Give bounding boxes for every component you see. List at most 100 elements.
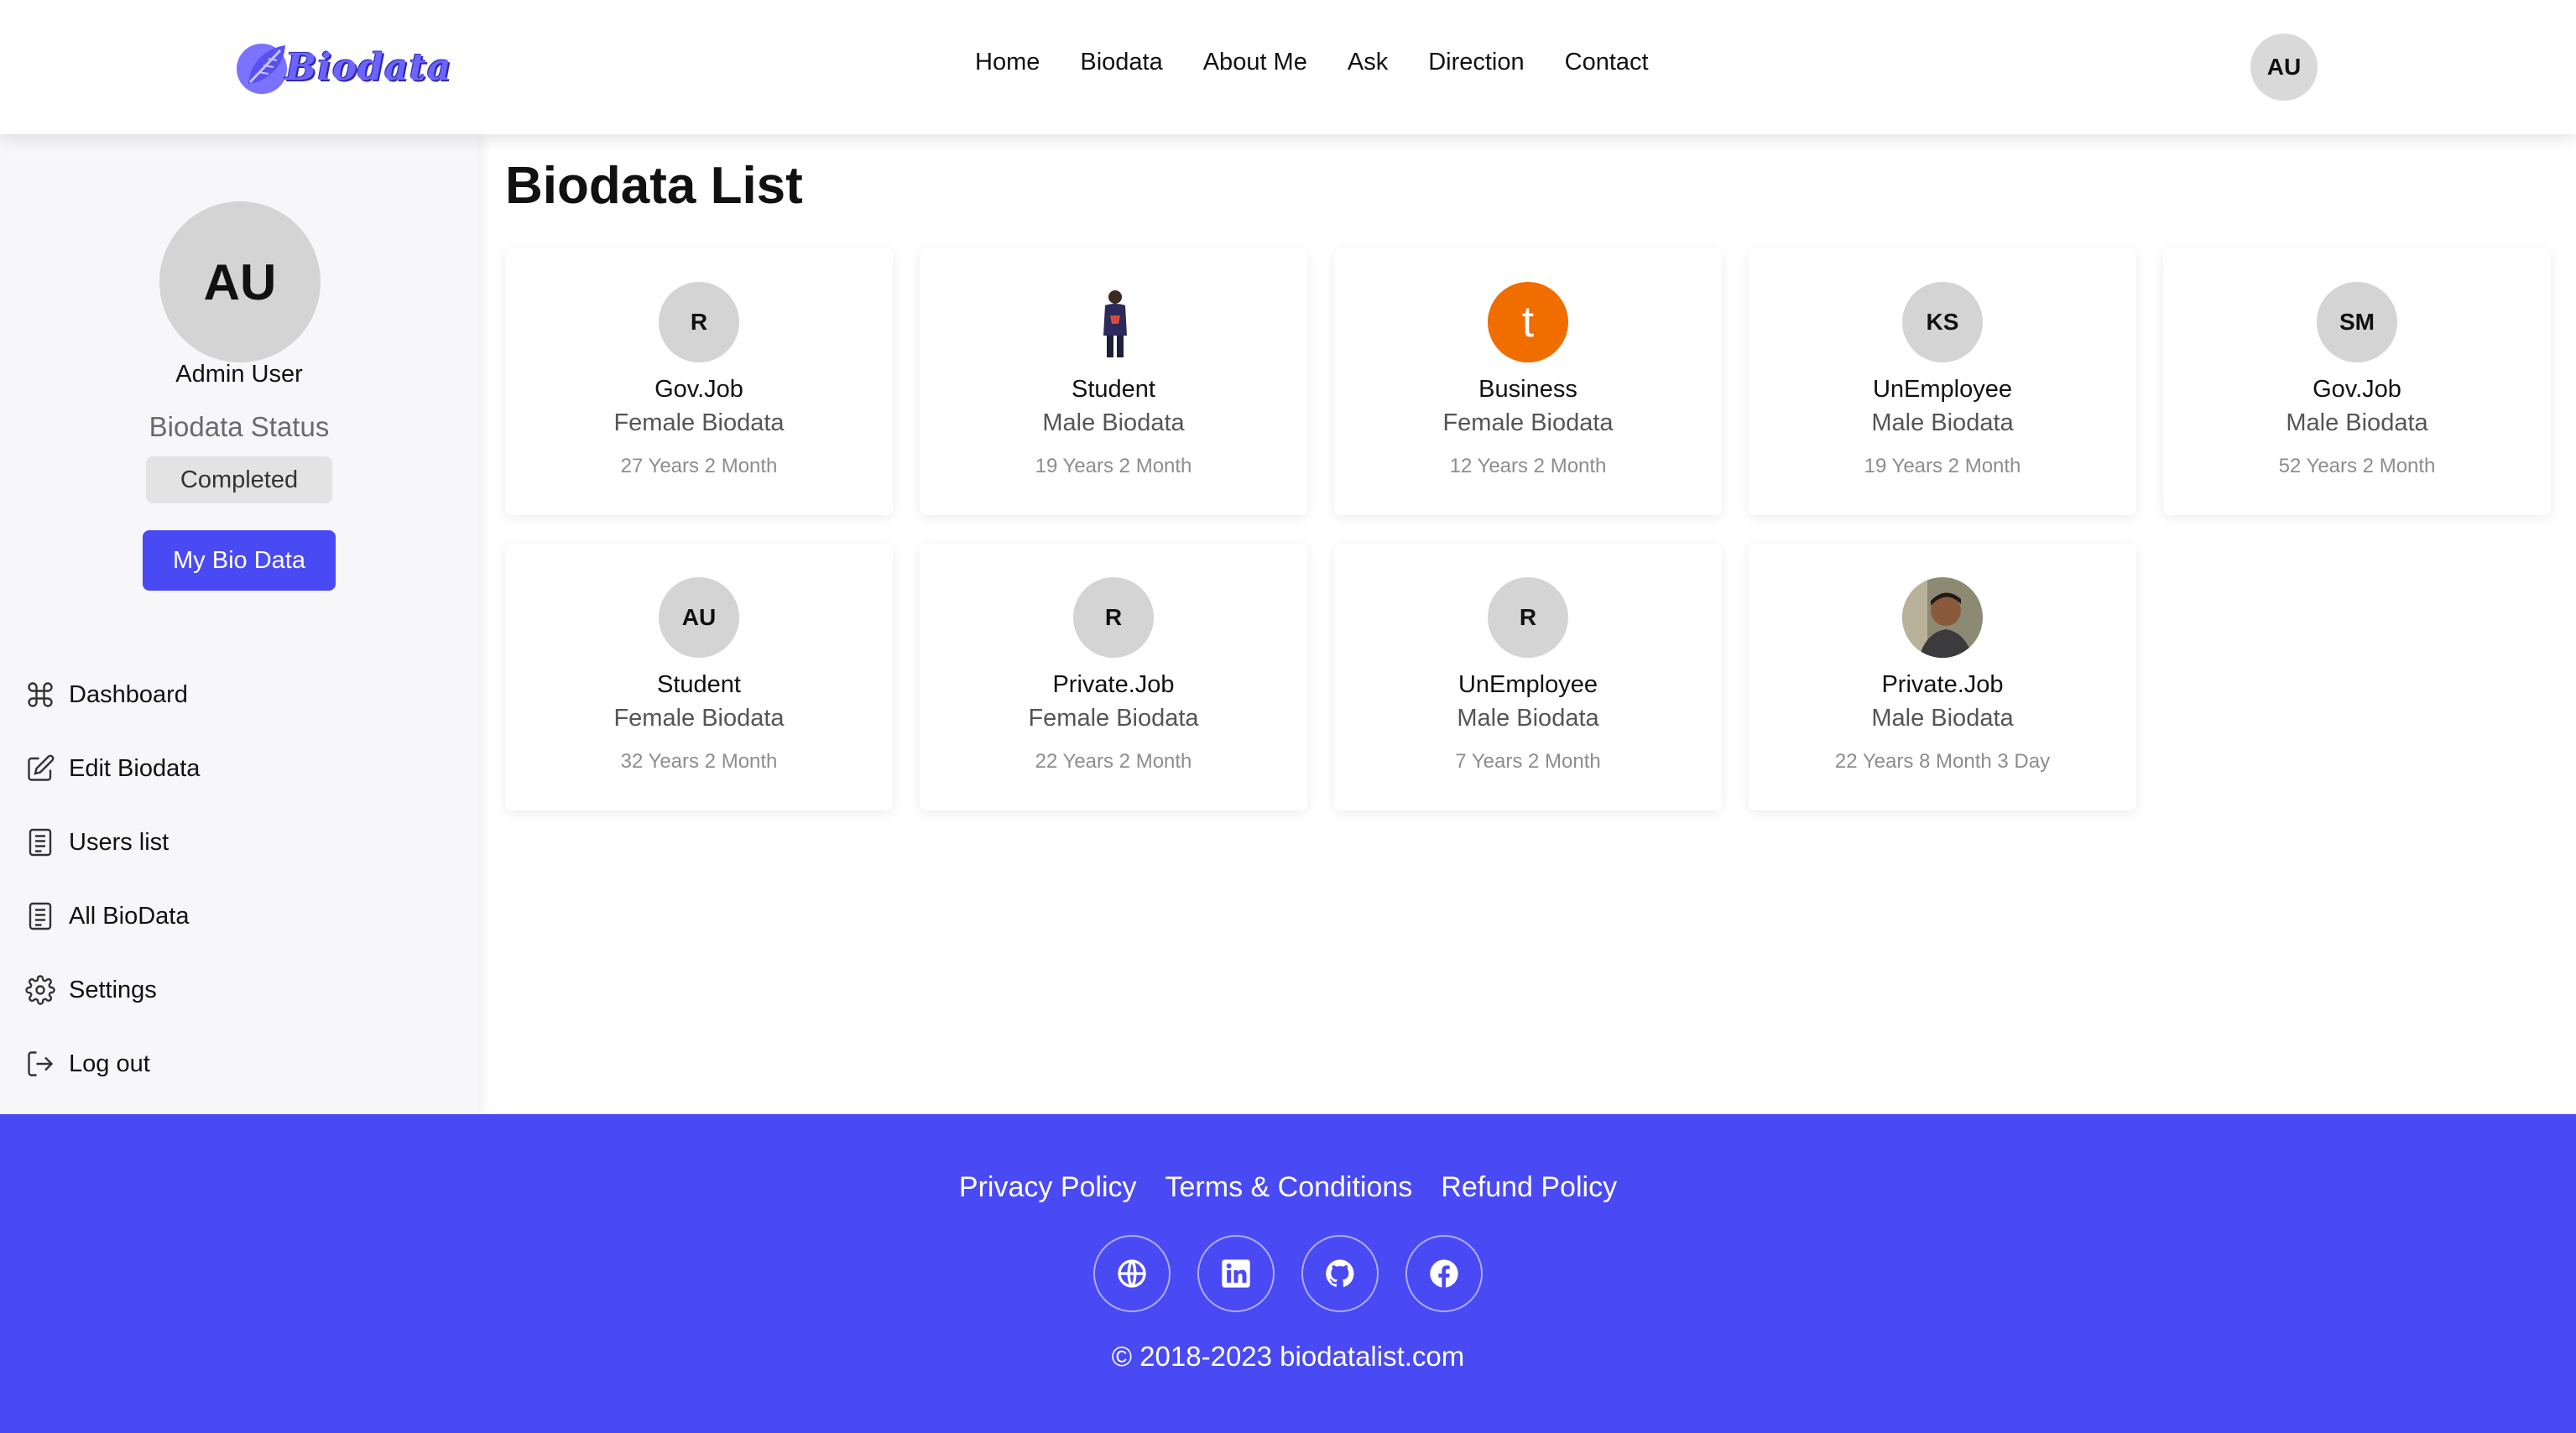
edit-icon <box>28 754 55 781</box>
card-avatar: R <box>1073 577 1154 658</box>
refund-policy-link[interactable]: Refund Policy <box>1441 1171 1617 1204</box>
biodata-card[interactable]: R Private.Job Female Biodata 22 Years 2 … <box>920 544 1307 810</box>
card-biodata-type: Male Biodata <box>2286 409 2428 436</box>
page-title: Biodata List <box>505 157 803 215</box>
status-badge: Completed <box>146 456 332 503</box>
list-icon <box>29 902 52 930</box>
card-age: 22 Years 8 Month 3 Day <box>1834 750 2051 773</box>
biodata-card[interactable]: t Business Female Biodata 12 Years 2 Mon… <box>1334 248 1722 515</box>
globe-icon <box>1118 1259 1146 1288</box>
sidebar-item-users-list[interactable]: Users list <box>25 824 200 861</box>
list-icon <box>29 828 52 857</box>
biodata-status-label: Biodata Status <box>149 411 330 442</box>
card-occupation: Student <box>1072 376 1155 403</box>
card-avatar-photo <box>1073 282 1154 362</box>
facebook-link[interactable] <box>1405 1235 1483 1312</box>
profile-avatar: AU <box>159 201 321 362</box>
card-avatar: R <box>659 282 739 362</box>
sidebar-item-label: Settings <box>69 976 157 1003</box>
sidebar-item-log-out[interactable]: Log out <box>25 1045 200 1082</box>
top-navbar: Biodata Home Biodata About Me Ask Direct… <box>0 0 2576 134</box>
sidebar-item-edit-biodata[interactable]: Edit Biodata <box>25 750 200 787</box>
terms-conditions-link[interactable]: Terms & Conditions <box>1165 1171 1413 1204</box>
my-bio-data-button[interactable]: My Bio Data <box>143 530 336 591</box>
card-age: 12 Years 2 Month <box>1449 455 1607 477</box>
website-link[interactable] <box>1093 1235 1171 1312</box>
leaf-icon <box>237 44 287 94</box>
card-age: 52 Years 2 Month <box>2278 455 2436 477</box>
card-age: 19 Years 2 Month <box>1864 455 2021 477</box>
biodata-card[interactable]: Private.Job Male Biodata 22 Years 8 Mont… <box>1749 544 2136 810</box>
card-age: 19 Years 2 Month <box>1035 455 1192 477</box>
biodata-card[interactable]: R Gov.Job Female Biodata 27 Years 2 Mont… <box>505 248 893 515</box>
card-occupation: UnEmployee <box>1457 671 1598 698</box>
biodata-card[interactable]: AU Student Female Biodata 32 Years 2 Mon… <box>505 544 893 810</box>
brand-name: Biodata <box>285 45 452 89</box>
biodata-card[interactable]: KS UnEmployee Male Biodata 19 Years 2 Mo… <box>1749 248 2136 515</box>
card-occupation: UnEmployee <box>1872 376 2013 403</box>
profile-name: Admin User <box>175 361 303 388</box>
card-avatar: KS <box>1902 282 1983 362</box>
card-age: 32 Years 2 Month <box>620 750 778 773</box>
card-avatar-photo <box>1902 577 1983 658</box>
card-avatar: t <box>1488 282 1568 362</box>
card-age: 7 Years 2 Month <box>1455 750 1601 773</box>
main-nav: Home Biodata About Me Ask Direction Cont… <box>975 49 1689 76</box>
sidebar-item-dashboard[interactable]: Dashboard <box>25 676 200 713</box>
card-occupation: Private.Job <box>1052 671 1175 698</box>
sidebar-menu: Dashboard Edit Biodata Users list All Bi… <box>25 676 200 1119</box>
biodata-card[interactable]: SM Gov.Job Male Biodata 52 Years 2 Month <box>2163 248 2551 515</box>
privacy-policy-link[interactable]: Privacy Policy <box>959 1171 1137 1204</box>
command-icon <box>28 682 53 707</box>
logout-icon <box>28 1051 54 1076</box>
sidebar-item-label: All BioData <box>69 902 190 930</box>
card-biodata-type: Male Biodata <box>1871 409 2014 436</box>
nav-home[interactable]: Home <box>975 49 1040 76</box>
card-biodata-type: Female Biodata <box>1442 409 1614 436</box>
card-biodata-type: Male Biodata <box>1042 409 1185 436</box>
biodata-card[interactable]: Student Male Biodata 19 Years 2 Month <box>920 248 1307 515</box>
card-occupation: Business <box>1478 376 1577 403</box>
sidebar-item-label: Users list <box>69 828 169 856</box>
card-biodata-type: Male Biodata <box>1871 705 2014 732</box>
card-avatar: SM <box>2317 282 2397 362</box>
github-icon <box>1326 1259 1354 1287</box>
card-biodata-type: Female Biodata <box>613 705 785 732</box>
social-links <box>0 1235 2576 1312</box>
card-age: 22 Years 2 Month <box>1035 750 1192 773</box>
nav-direction[interactable]: Direction <box>1428 49 1524 76</box>
gear-icon <box>25 975 55 1005</box>
linkedin-icon <box>1222 1259 1250 1288</box>
card-avatar: R <box>1488 577 1568 658</box>
sidebar-item-label: Dashboard <box>69 680 188 708</box>
card-avatar: AU <box>659 577 739 658</box>
card-occupation: Private.Job <box>1881 671 2004 698</box>
sidebar: AU Admin User Biodata Status Completed M… <box>0 134 478 1114</box>
biodata-card[interactable]: R UnEmployee Male Biodata 7 Years 2 Mont… <box>1334 544 1722 810</box>
sidebar-item-label: Log out <box>69 1050 150 1077</box>
card-biodata-type: Female Biodata <box>613 409 785 436</box>
sidebar-item-settings[interactable]: Settings <box>25 972 200 1008</box>
facebook-icon <box>1430 1259 1458 1288</box>
person-photo-icon <box>1073 282 1154 362</box>
linkedin-link[interactable] <box>1197 1235 1275 1312</box>
sidebar-item-label: Edit Biodata <box>69 754 201 782</box>
card-biodata-type: Female Biodata <box>1028 705 1199 732</box>
sidebar-item-all-biodata[interactable]: All BioData <box>25 898 200 935</box>
footer: Privacy Policy Terms & Conditions Refund… <box>0 1114 2576 1433</box>
nav-biodata[interactable]: Biodata <box>1080 49 1162 76</box>
nav-ask[interactable]: Ask <box>1348 49 1388 76</box>
brand-logo[interactable]: Biodata <box>232 35 451 99</box>
user-avatar[interactable]: AU <box>2250 34 2318 101</box>
card-occupation: Gov.Job <box>2313 376 2401 403</box>
card-biodata-type: Male Biodata <box>1457 705 1599 732</box>
footer-links: Privacy Policy Terms & Conditions Refund… <box>0 1171 2576 1204</box>
nav-contact[interactable]: Contact <box>1565 49 1649 76</box>
github-link[interactable] <box>1301 1235 1379 1312</box>
card-age: 27 Years 2 Month <box>620 455 778 477</box>
copyright-text: © 2018-2023 biodatalist.com <box>1111 1341 1465 1372</box>
nav-about-me[interactable]: About Me <box>1203 49 1307 76</box>
card-occupation: Gov.Job <box>654 376 743 403</box>
card-occupation: Student <box>657 671 741 698</box>
portrait-photo-icon <box>1902 577 1983 658</box>
